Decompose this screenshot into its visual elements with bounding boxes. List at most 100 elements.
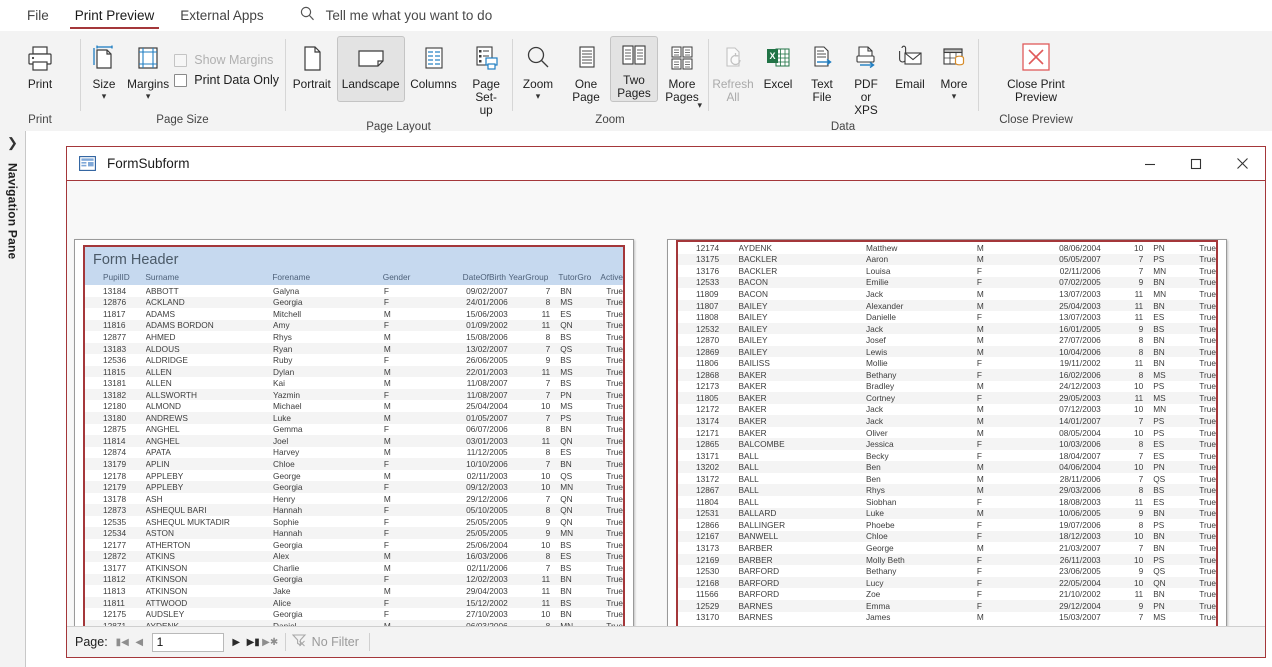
pdf-or-xps-button[interactable]: PDF or XPS (844, 36, 888, 120)
cell-tutorgroup: MS (560, 297, 573, 308)
email-button[interactable]: Email (888, 36, 932, 94)
preview-page-right[interactable]: 12174 AYDENK Matthew M 08/06/2004 10 PN True 131… (667, 239, 1227, 626)
cell-dateofbirth: 11/08/2007 (466, 378, 508, 389)
tab-file[interactable]: File (14, 0, 62, 31)
printer-icon (22, 41, 58, 75)
more-data-button[interactable]: More ▾ (932, 36, 976, 103)
excel-button[interactable]: X Excel (756, 36, 800, 94)
chevron-right-icon[interactable]: ❯ (7, 135, 18, 151)
columns-button[interactable]: Columns (405, 36, 463, 94)
cell-dateofbirth: 16/02/2006 (1059, 369, 1101, 380)
table-row: 12869 BAILEY Lewis M 10/04/2006 8 BN True (678, 345, 1216, 358)
page-setup-button[interactable]: Page Set-up (462, 36, 510, 120)
new-page-icon[interactable]: ▶✱ (262, 632, 279, 652)
cell-gender: M (383, 378, 391, 389)
ribbon: Print Print Size ▾ Margins ▾ Show Margin… (0, 31, 1272, 133)
landscape-button[interactable]: Landscape (336, 36, 405, 102)
close-print-preview-button[interactable]: Close Print Preview (1000, 36, 1072, 107)
cell-surname: AYDENK (738, 242, 773, 253)
pdf-icon (848, 41, 884, 75)
first-page-icon[interactable]: ▮◀ (114, 632, 131, 652)
filter-status[interactable]: No Filter (291, 633, 359, 652)
one-page-button[interactable]: One Page (562, 36, 610, 107)
table-header-row: PupilID Surname Forename Gender DateOfBi… (85, 271, 623, 285)
cell-forename: Rhys (866, 485, 885, 496)
cell-surname: BALL (738, 450, 759, 461)
cell-tutorgroup: ES (1153, 496, 1165, 507)
cell-yeargroup: 7 (545, 389, 551, 400)
chevron-down-icon[interactable]: ▾ (102, 92, 107, 101)
cell-gender: M (383, 562, 391, 573)
cell-tutorgroup: BS (560, 355, 572, 366)
tab-print-preview[interactable]: Print Preview (62, 0, 168, 31)
group-label-data: Data (830, 121, 856, 133)
cell-surname: BARFORD (738, 577, 780, 588)
cell-yeargroup: 7 (545, 343, 551, 354)
cell-yeargroup: 7 (1138, 450, 1144, 461)
last-page-icon[interactable]: ▶▮ (245, 632, 262, 652)
page-number-input[interactable] (151, 632, 224, 652)
cell-active: True (606, 331, 623, 342)
close-icon[interactable] (1219, 147, 1265, 180)
table-row: 12168 BARFORD Lucy F 22/05/2004 10 QN True (678, 576, 1216, 589)
cell-yeargroup: 10 (540, 609, 551, 620)
cell-forename: Kai (273, 378, 285, 389)
more-pages-button[interactable]: More Pages ▾ (658, 36, 706, 110)
previous-page-icon[interactable]: ◀ (131, 632, 148, 652)
cell-tutorgroup: BN (1153, 589, 1165, 600)
cell-pupilid: 11566 (696, 589, 719, 600)
print-preview-area[interactable]: Form Header PupilID Surname Forename Gen… (67, 181, 1265, 626)
cell-dateofbirth: 18/04/2007 (1059, 450, 1101, 461)
print-button[interactable]: Print (15, 36, 65, 94)
cell-active: True (1199, 369, 1216, 380)
chevron-down-icon[interactable]: ▾ (536, 92, 541, 101)
chevron-down-icon[interactable]: ▾ (146, 92, 151, 101)
navigation-pane[interactable]: ❯ Navigation Pane (0, 131, 26, 667)
cell-gender: M (976, 473, 984, 484)
cell-gender: F (383, 285, 389, 296)
cell-yeargroup: 11 (1134, 288, 1144, 299)
table-row: 12872 ATKINS Alex M 16/03/2006 8 ES True (85, 550, 623, 563)
text-file-button[interactable]: Text File (800, 36, 844, 107)
more-data-button-label: More (940, 77, 968, 91)
refresh-all-button[interactable]: Refresh All (710, 36, 756, 107)
cell-active: True (1199, 312, 1216, 323)
print-data-only-checkbox[interactable]: Print Data Only (170, 70, 283, 90)
table-row: 12179 APPLEBY Georgia F 09/12/2003 10 MN True (85, 481, 623, 493)
cell-surname: BACKLER (738, 265, 778, 276)
maximize-icon[interactable] (1173, 147, 1219, 180)
cell-pupilid: 12874 (103, 447, 127, 458)
table-row: 12173 BAKER Bradley M 24/12/2003 10 PS True (678, 381, 1216, 393)
cell-active: True (1199, 450, 1216, 461)
next-page-icon[interactable]: ▶ (228, 632, 245, 652)
two-pages-button[interactable]: Two Pages (610, 36, 658, 102)
minimize-icon[interactable] (1127, 147, 1173, 180)
table-row: 12167 BANWELL Chloe F 18/12/2003 10 BN True (678, 530, 1216, 543)
tell-me-box[interactable]: Tell me what you want to do (299, 5, 492, 27)
preview-page-left[interactable]: Form Header PupilID Surname Forename Gen… (74, 239, 634, 626)
cell-tutorgroup: MN (1153, 404, 1167, 415)
cell-gender: F (383, 482, 389, 493)
cell-surname: APPLEBY (145, 482, 184, 493)
columns-icon (415, 41, 451, 75)
tab-external-apps[interactable]: External Apps (167, 0, 276, 31)
show-margins-checkbox[interactable]: Show Margins (170, 50, 283, 70)
cell-yeargroup: 8 (545, 551, 551, 562)
cell-forename: Josef (866, 335, 886, 346)
chevron-down-icon[interactable]: ▾ (952, 92, 957, 101)
cell-dateofbirth: 19/07/2006 (1059, 519, 1101, 530)
portrait-button[interactable]: Portrait (287, 36, 337, 94)
cell-yeargroup: 11 (541, 585, 551, 596)
chevron-down-icon[interactable]: ▾ (697, 101, 702, 110)
cell-surname: ASHEQUL BARI (145, 505, 207, 516)
margins-button[interactable]: Margins ▾ (126, 36, 170, 103)
cell-surname: ANDREWS (145, 412, 188, 423)
cell-forename: Jessica (866, 439, 894, 450)
cell-dateofbirth: 15/06/2003 (466, 308, 508, 319)
zoom-button[interactable]: Zoom ▾ (514, 36, 562, 103)
size-button[interactable]: Size ▾ (82, 36, 126, 103)
cell-yeargroup: 11 (1134, 392, 1144, 403)
cell-surname: BACON (738, 288, 769, 299)
cell-tutorgroup: ES (560, 447, 572, 458)
cell-dateofbirth: 13/07/2003 (1059, 288, 1101, 299)
